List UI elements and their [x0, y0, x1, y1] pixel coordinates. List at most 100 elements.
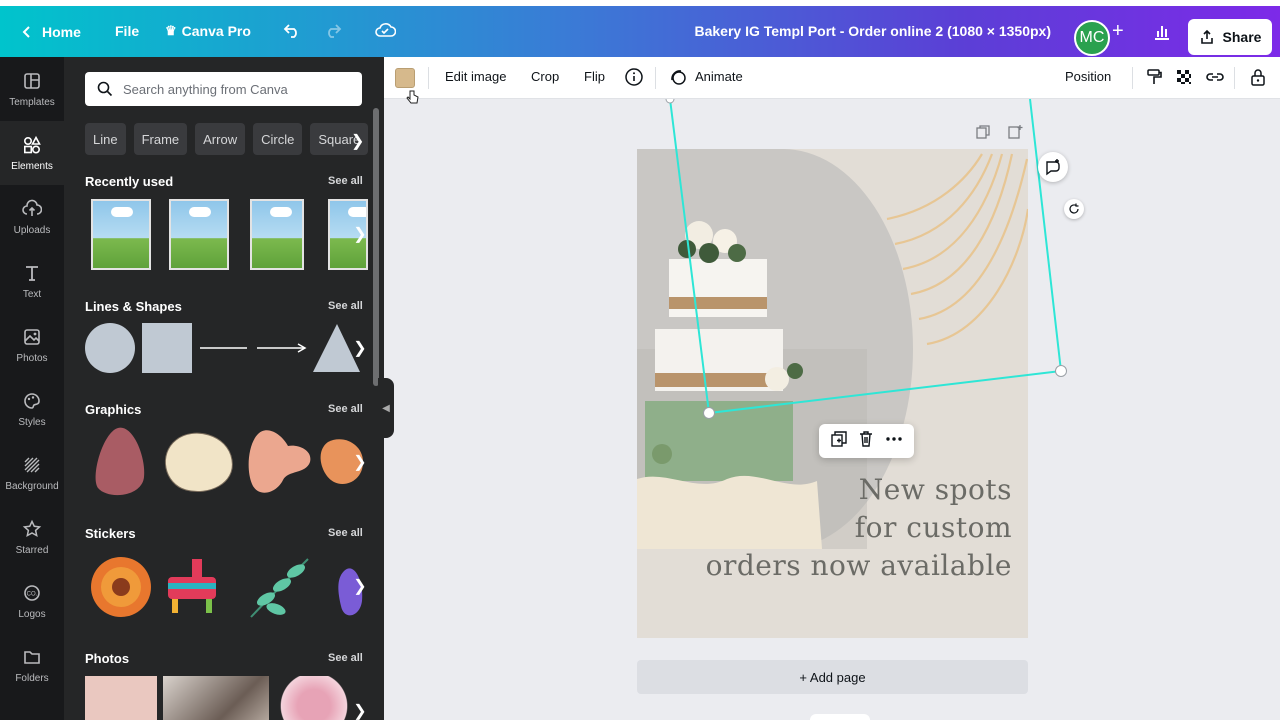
- comment-button[interactable]: [1038, 152, 1068, 182]
- selection-frame: [665, 99, 1067, 419]
- redo-icon: [328, 24, 342, 38]
- animate-icon-wrap[interactable]: [668, 67, 688, 92]
- recent-item-3[interactable]: [250, 199, 304, 270]
- crop-button[interactable]: Crop: [531, 69, 559, 84]
- rail-item-elements[interactable]: Elements: [0, 121, 64, 185]
- rail-item-styles[interactable]: Styles: [0, 377, 64, 441]
- rail-label: Photos: [16, 352, 48, 364]
- rail-item-photos[interactable]: Photos: [0, 313, 64, 377]
- rail-item-text[interactable]: Text: [0, 249, 64, 313]
- elements-icon: [23, 135, 41, 154]
- text-icon: [26, 265, 38, 281]
- chip-arrow[interactable]: Arrow: [195, 123, 246, 155]
- color-swatch[interactable]: [395, 68, 415, 88]
- canva-pro-button[interactable]: ♛ Canva Pro: [165, 23, 251, 39]
- see-all-recently-used[interactable]: See all: [328, 175, 363, 187]
- share-button[interactable]: Share: [1188, 19, 1272, 55]
- rail-label: Folders: [15, 672, 49, 684]
- flip-button[interactable]: Flip: [584, 69, 605, 84]
- rail-item-starred[interactable]: Starred: [0, 505, 64, 569]
- rail-label: Background: [5, 480, 59, 492]
- bottom-bar-hint: [810, 714, 870, 720]
- rail-item-logos[interactable]: CO. Logos: [0, 569, 64, 633]
- see-all-lines-shapes[interactable]: See all: [328, 300, 363, 312]
- blob-graphic-2: [165, 432, 233, 492]
- avatar[interactable]: MC: [1074, 20, 1110, 56]
- document-title[interactable]: Bakery IG Templ Port - Order online 2 (1…: [695, 23, 1052, 39]
- transparency-button[interactable]: [1174, 67, 1194, 92]
- photos-next-button[interactable]: ❯: [348, 699, 372, 720]
- chevron-right-icon: ❯: [353, 454, 367, 471]
- rail-item-background[interactable]: Background: [0, 441, 64, 505]
- search-icon: [97, 81, 113, 97]
- delete-element-button[interactable]: [857, 430, 875, 453]
- more-options-button[interactable]: [885, 430, 903, 453]
- animate-button[interactable]: Animate: [695, 69, 743, 84]
- recent-item-2[interactable]: [169, 199, 229, 270]
- stickers-row: [91, 557, 363, 618]
- photo-thumb-1[interactable]: [85, 676, 157, 720]
- chip-circle[interactable]: Circle: [253, 123, 303, 155]
- copy-style-button[interactable]: [1144, 67, 1164, 92]
- see-all-stickers[interactable]: See all: [328, 527, 363, 539]
- rail-item-folders[interactable]: Folders: [0, 633, 64, 697]
- position-button[interactable]: Position: [1065, 69, 1111, 84]
- section-title-graphics: Graphics: [85, 402, 142, 417]
- redo-button[interactable]: [323, 20, 343, 45]
- square-shape: [142, 323, 192, 373]
- context-menu: [819, 424, 914, 458]
- add-collaborator-button[interactable]: +: [1112, 20, 1124, 43]
- link-button[interactable]: [1205, 67, 1225, 92]
- shapes-next-button[interactable]: ❯: [348, 336, 372, 360]
- rail-item-templates[interactable]: Templates: [0, 57, 64, 121]
- flower-sticker: [91, 557, 151, 617]
- edit-image-button[interactable]: Edit image: [445, 69, 506, 84]
- rail-label: Starred: [15, 544, 49, 556]
- paint-roller-icon: [1147, 69, 1162, 84]
- crown-icon: ♛: [165, 23, 177, 38]
- editor-toolbar: Edit image Crop Flip Animate Position: [384, 57, 1280, 104]
- uploads-icon: [22, 199, 42, 216]
- chips-next-button[interactable]: ❯: [351, 131, 364, 151]
- leaf-branch-sticker: [250, 558, 309, 618]
- divider: [1234, 67, 1235, 89]
- folders-icon: [24, 650, 40, 664]
- graphics-next-button[interactable]: ❯: [348, 450, 372, 474]
- photo-thumb-3[interactable]: [278, 676, 350, 720]
- upload-share-icon: [1200, 29, 1213, 44]
- chevron-right-icon: ❯: [353, 578, 367, 595]
- plus-icon: +: [1112, 20, 1124, 42]
- photo-thumb-2[interactable]: [163, 676, 269, 720]
- recent-item-1[interactable]: [91, 199, 151, 270]
- recent-next-button[interactable]: ❯: [348, 222, 372, 246]
- see-all-photos[interactable]: See all: [328, 652, 363, 664]
- home-button[interactable]: Home: [18, 23, 81, 41]
- share-label: Share: [1222, 29, 1262, 45]
- stickers-next-button[interactable]: ❯: [348, 574, 372, 598]
- info-button[interactable]: [624, 67, 644, 92]
- blob-graphic-3: [248, 430, 311, 493]
- lock-button[interactable]: [1248, 67, 1268, 92]
- photos-icon: [24, 328, 40, 345]
- section-title-lines-shapes: Lines & Shapes: [85, 299, 182, 314]
- see-all-graphics[interactable]: See all: [328, 403, 363, 415]
- lock-icon: [1251, 69, 1265, 86]
- chip-frame[interactable]: Frame: [133, 123, 188, 155]
- chip-line[interactable]: Line: [85, 123, 126, 155]
- rotate-handle[interactable]: [1064, 199, 1084, 219]
- rail-item-uploads[interactable]: Uploads: [0, 185, 64, 249]
- rail-label: Text: [22, 288, 42, 300]
- transparency-icon: [1177, 70, 1191, 84]
- undo-button[interactable]: [282, 20, 302, 45]
- search-box[interactable]: [85, 72, 362, 106]
- search-input[interactable]: [123, 81, 343, 97]
- file-menu[interactable]: File: [115, 23, 139, 39]
- insights-button[interactable]: [1152, 22, 1172, 47]
- panel-scrollbar[interactable]: [373, 108, 379, 386]
- add-page-button[interactable]: + Add page: [637, 660, 1028, 694]
- shapes-row: [85, 323, 360, 373]
- cloud-save-button[interactable]: [374, 20, 397, 45]
- animate-icon: [671, 70, 686, 85]
- star-icon: [22, 519, 42, 537]
- duplicate-element-button[interactable]: [830, 430, 848, 453]
